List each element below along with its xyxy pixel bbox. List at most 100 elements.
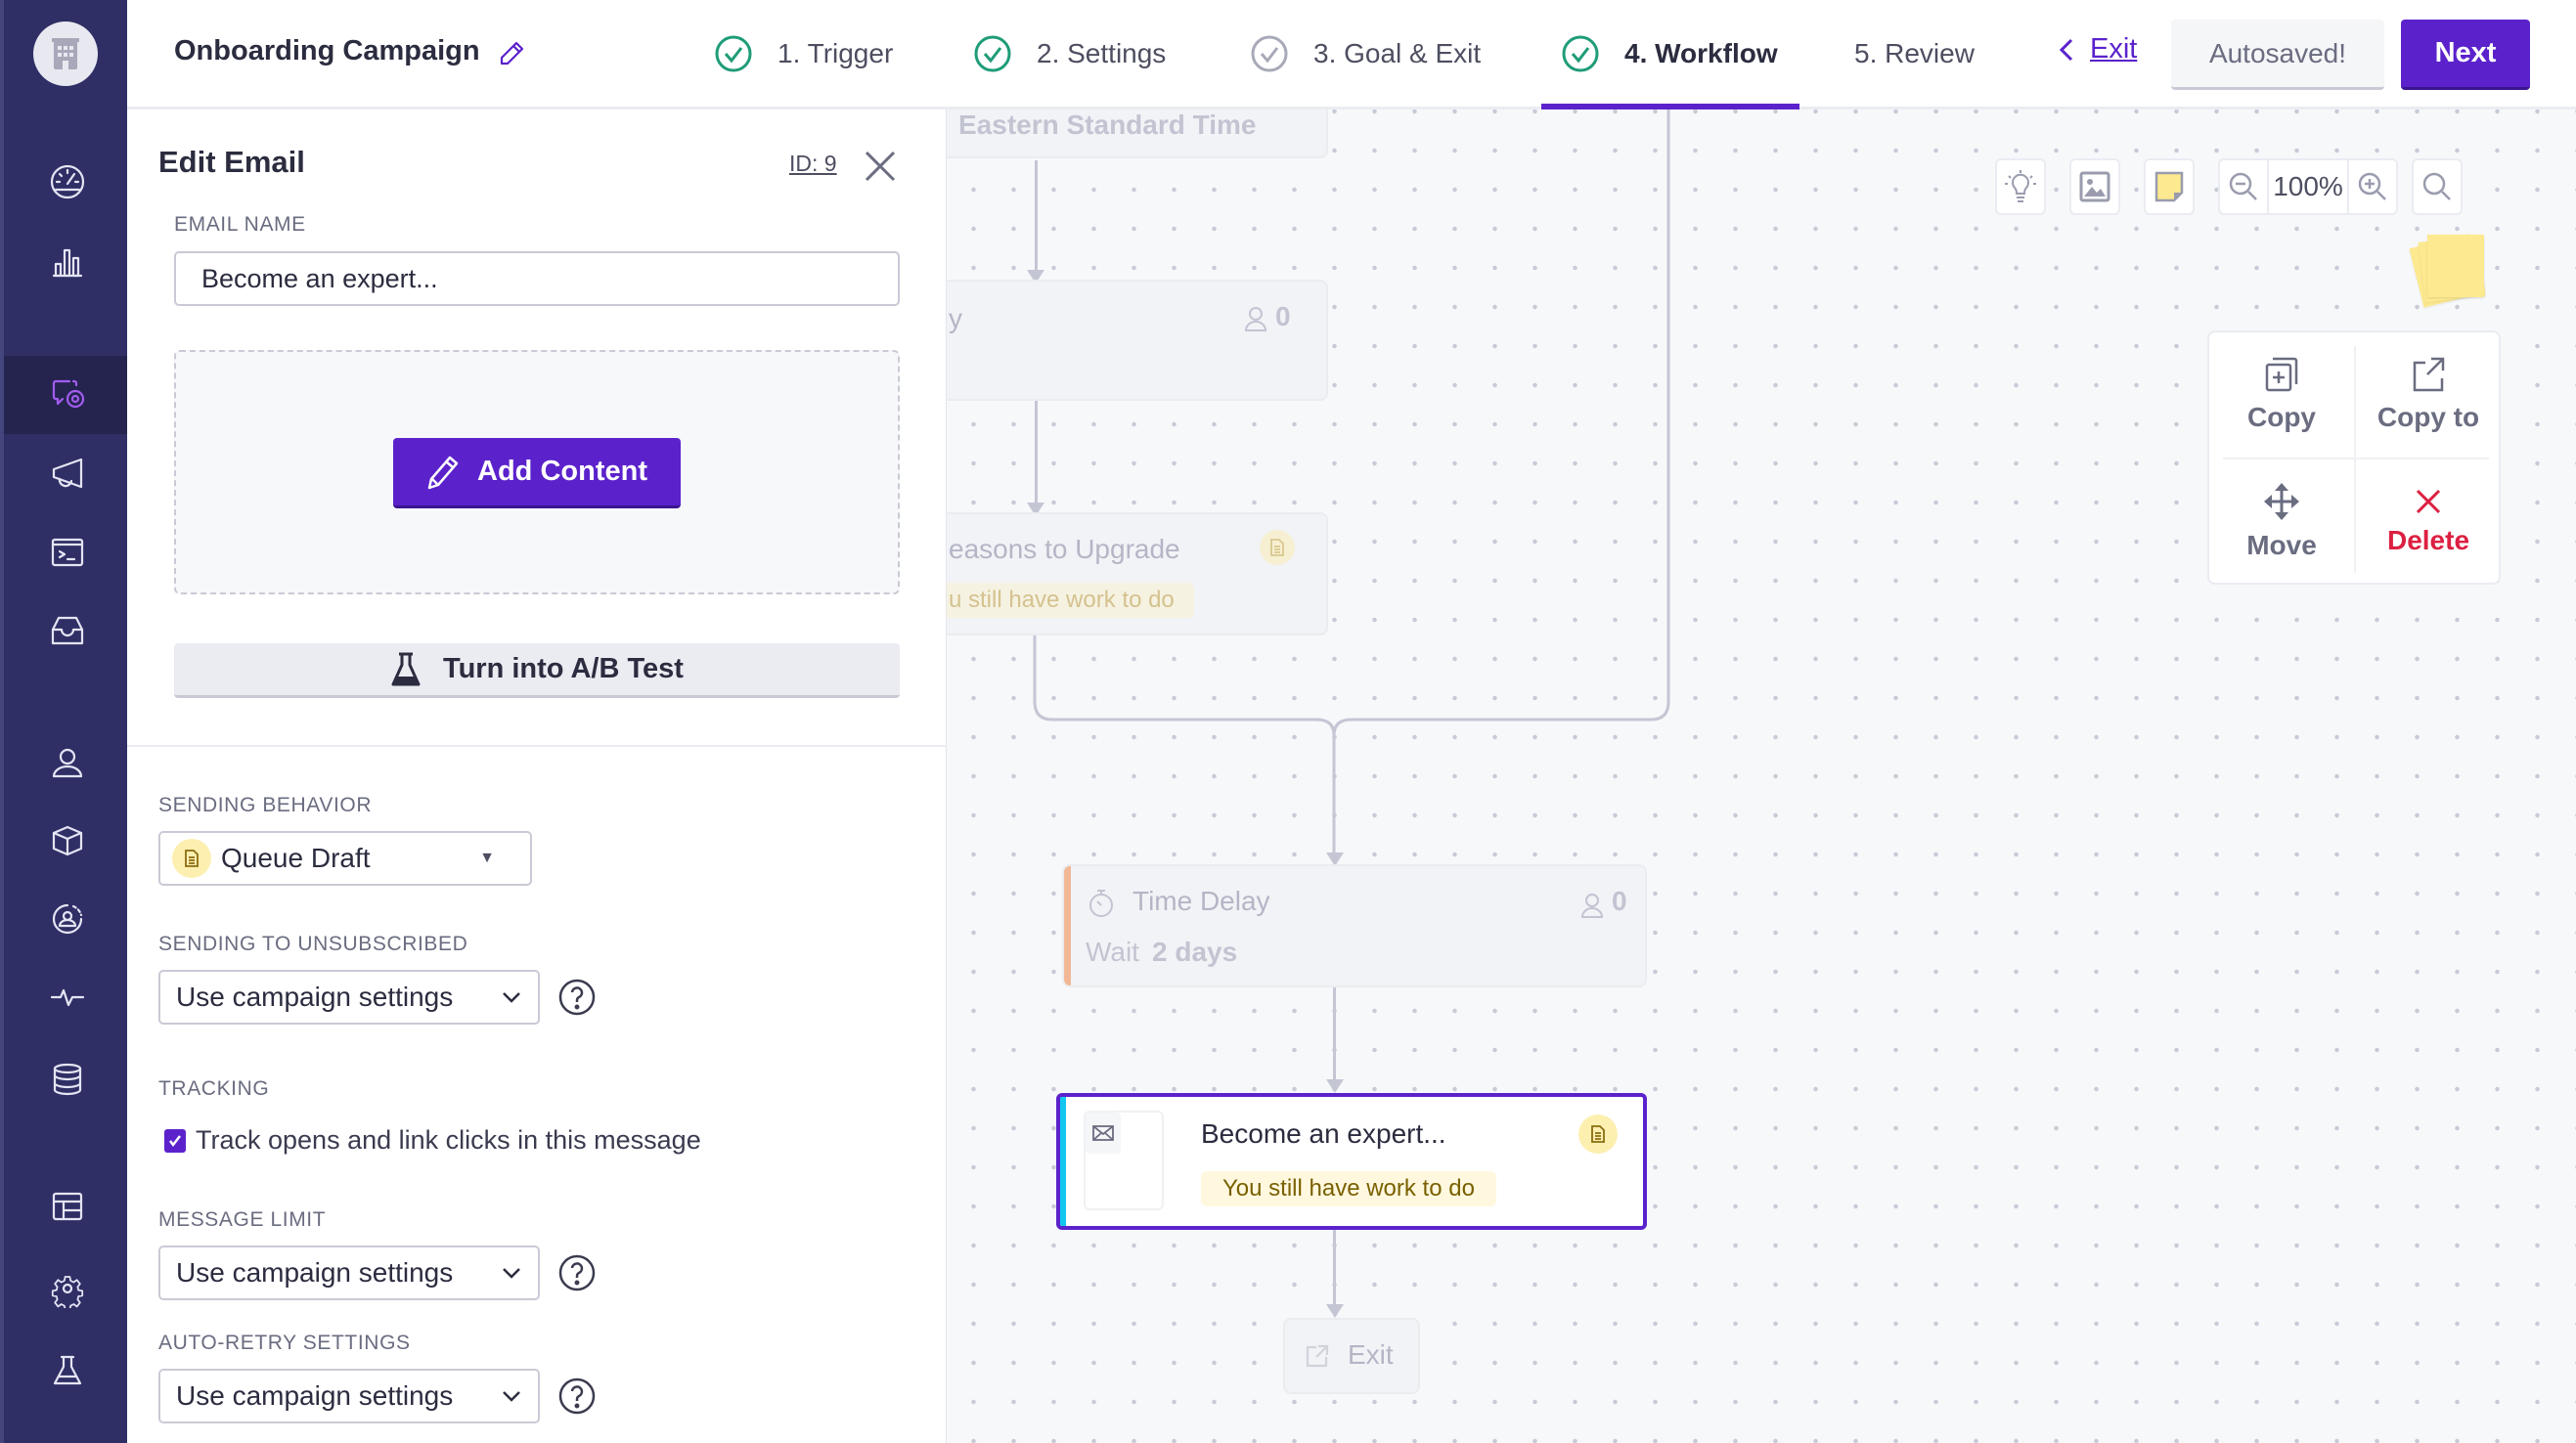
add-content-button[interactable]: Add Content <box>393 438 681 508</box>
close-icon <box>2416 489 2441 514</box>
message-limit-select[interactable]: Use campaign settings <box>158 1246 540 1300</box>
flask-icon <box>391 652 421 685</box>
inbox-icon <box>51 616 84 645</box>
sidebar-nav <box>0 0 131 1443</box>
chevron-left-icon <box>2059 38 2073 61</box>
email-name-input[interactable] <box>174 251 900 306</box>
wait-value: 2 days <box>1152 937 1238 967</box>
sidebar-item-content[interactable] <box>4 1167 131 1246</box>
email-content-dropzone: Add Content <box>174 350 900 594</box>
sending-unsubscribed-select[interactable]: Use campaign settings <box>158 970 540 1025</box>
sidebar-item-people[interactable] <box>4 723 131 802</box>
sending-unsubscribed-label: SENDING TO UNSUBSCRIBED <box>158 933 468 955</box>
copy-menu-item[interactable]: Copy <box>2209 332 2354 458</box>
sidebar-item-settings[interactable] <box>4 1249 131 1328</box>
step-trigger[interactable]: 1. Trigger <box>714 27 893 80</box>
sidebar-item-segments[interactable] <box>4 880 131 958</box>
node-context-menu: Copy Copy to Move Delete <box>2207 330 2501 585</box>
person-icon <box>52 748 83 778</box>
pencil-icon <box>427 456 459 489</box>
terminal-icon <box>51 538 84 567</box>
pencil-icon[interactable] <box>497 39 526 68</box>
ab-test-button[interactable]: Turn into A/B Test <box>174 643 900 698</box>
add-image-button[interactable] <box>2069 158 2120 215</box>
zoom-in-button[interactable] <box>2347 160 2396 213</box>
panel-title: Edit Email <box>158 145 305 179</box>
sidebar-item-objects[interactable] <box>4 802 131 880</box>
exit-link[interactable]: Exit <box>2059 33 2137 66</box>
sidebar-item-dashboard[interactable] <box>4 143 131 221</box>
move-menu-item[interactable]: Move <box>2209 459 2354 585</box>
autosaved-button[interactable]: Autosaved! <box>2171 20 2384 90</box>
sticky-note-stack[interactable] <box>2409 234 2486 308</box>
next-button[interactable]: Next <box>2401 20 2530 90</box>
sending-behavior-label: SENDING BEHAVIOR <box>158 794 373 816</box>
lightbulb-icon <box>2005 170 2036 202</box>
message-limit-label: MESSAGE LIMIT <box>158 1208 327 1231</box>
segment-person-icon <box>52 903 83 935</box>
sidebar-item-activity[interactable] <box>4 958 131 1036</box>
chevron-down-icon <box>503 992 520 1003</box>
add-note-button[interactable] <box>2144 158 2195 215</box>
tracking-checkbox[interactable] <box>164 1128 186 1153</box>
building-icon <box>52 38 79 69</box>
box-icon <box>52 825 83 856</box>
search-button[interactable] <box>2412 158 2463 215</box>
check-circle-icon <box>715 35 752 72</box>
help-icon[interactable] <box>557 1253 597 1292</box>
top-header: Onboarding Campaign 1. Trigger 2. Settin… <box>127 0 2576 109</box>
step-workflow[interactable]: 4. Workflow <box>1561 27 1778 80</box>
sidebar-item-inbox[interactable] <box>4 590 131 669</box>
help-icon[interactable] <box>557 978 597 1017</box>
sidebar-item-campaigns[interactable] <box>4 356 131 434</box>
campaigns-message-icon <box>52 379 85 409</box>
activity-pulse-icon <box>50 988 85 1007</box>
caret-down-icon: ▼ <box>479 850 495 866</box>
step-goal-exit[interactable]: 3. Goal & Exit <box>1250 27 1481 80</box>
select-value: Use campaign settings <box>176 1380 454 1411</box>
time-delay-node[interactable]: Time Delay Wait 2 days 0 <box>1062 864 1647 987</box>
sidebar-item-analytics[interactable] <box>4 223 131 301</box>
select-value: Queue Draft <box>221 843 371 873</box>
workspace-logo[interactable] <box>33 22 98 86</box>
sidebar-item-experiments[interactable] <box>4 1332 131 1410</box>
ab-test-label: Turn into A/B Test <box>443 653 684 684</box>
connector-arrow <box>1326 1079 1344 1093</box>
step-label: 5. Review <box>1854 38 1975 68</box>
step-label: 1. Trigger <box>777 38 894 68</box>
sidebar-item-api-triggered[interactable] <box>4 512 131 590</box>
bar-chart-icon <box>52 248 83 278</box>
tips-button[interactable] <box>1995 158 2046 215</box>
move-arrows-icon <box>2264 483 2299 520</box>
connector <box>1333 987 1336 1085</box>
exit-node[interactable]: Exit <box>1283 1318 1420 1394</box>
node-accent <box>1060 1097 1066 1226</box>
selected-email-node[interactable]: Become an expert... You still have work … <box>1056 1093 1647 1230</box>
divider <box>127 745 947 747</box>
edit-email-panel: Edit Email ID: 9 EMAIL NAME Add Content … <box>127 109 947 1443</box>
step-review[interactable]: 5. Review <box>1854 27 1975 80</box>
search-icon <box>2422 172 2451 200</box>
copy-icon <box>2265 357 2298 392</box>
delete-menu-item[interactable]: Delete <box>2356 459 2501 585</box>
auto-retry-label: AUTO-RETRY SETTINGS <box>158 1332 411 1354</box>
external-link-icon <box>2413 357 2445 392</box>
help-icon[interactable] <box>557 1377 597 1416</box>
draft-badge <box>172 839 211 878</box>
zoom-out-button[interactable] <box>2220 160 2269 213</box>
sidebar-item-broadcasts[interactable] <box>4 434 131 512</box>
wait-prefix: Wait <box>1086 937 1139 967</box>
auto-retry-select[interactable]: Use campaign settings <box>158 1369 540 1423</box>
tracking-checkbox-row[interactable]: Track opens and link clicks in this mess… <box>164 1125 701 1156</box>
sidebar-item-data[interactable] <box>4 1040 131 1118</box>
sending-behavior-select[interactable]: Queue Draft ▼ <box>158 831 532 886</box>
connector-arrow <box>1326 1304 1344 1318</box>
add-content-label: Add Content <box>477 456 647 487</box>
node-id-link[interactable]: ID: 9 <box>789 151 837 177</box>
step-settings[interactable]: 2. Settings <box>973 27 1166 80</box>
zoom-out-icon <box>2229 172 2257 200</box>
copy-to-menu-item[interactable]: Copy to <box>2356 332 2501 458</box>
workflow-canvas[interactable]: Eastern Standard Time y 0 easons to Upgr… <box>947 109 2576 1443</box>
email-name-label: EMAIL NAME <box>174 213 306 236</box>
close-icon[interactable] <box>863 149 898 184</box>
